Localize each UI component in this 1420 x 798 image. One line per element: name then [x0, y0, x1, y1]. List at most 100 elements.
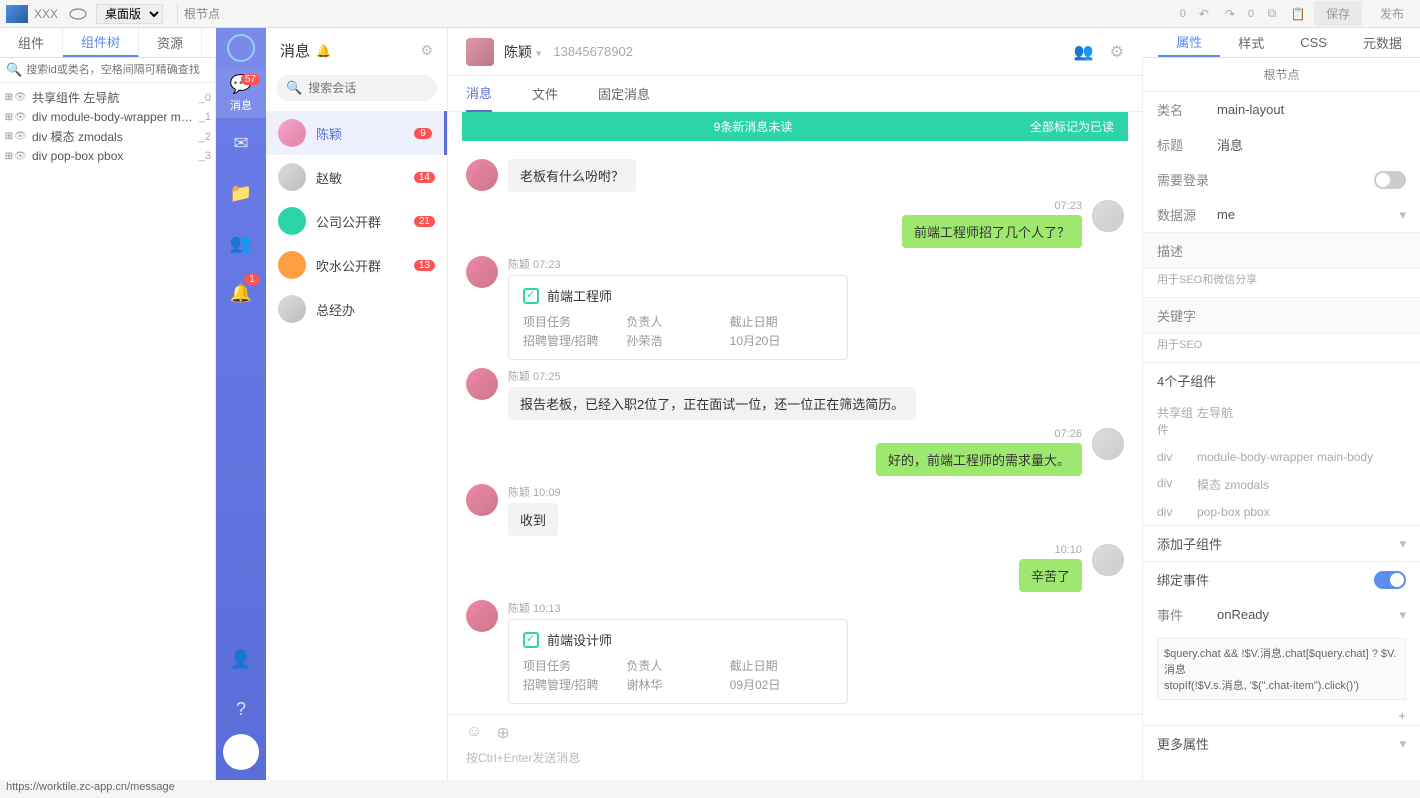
props-breadcrumb[interactable]: 根节点: [1143, 58, 1420, 92]
convo-item[interactable]: 陈颖9: [266, 111, 447, 155]
add-event-button[interactable]: +: [1143, 706, 1420, 725]
ds-value[interactable]: me: [1217, 207, 1399, 222]
eye-icon[interactable]: 👁: [14, 131, 28, 142]
rail-avatar[interactable]: [223, 734, 259, 770]
expand-icon[interactable]: ⊞: [4, 151, 14, 162]
avatar: [278, 207, 306, 235]
convo-search-input[interactable]: [308, 81, 463, 95]
mark-all-read[interactable]: 全部标记为已读: [1030, 118, 1114, 135]
avatar: [466, 256, 498, 288]
tree-index: _1: [199, 111, 211, 123]
login-toggle[interactable]: [1374, 171, 1406, 189]
child-label: pop-box pbox: [1197, 505, 1270, 519]
paste-icon[interactable]: 📋: [1288, 7, 1308, 21]
component-tree-panel: 🔍 ⊞👁共享组件 左导航_0⊞👁div module-body-wrapper …: [0, 58, 216, 780]
convo-name: 公司公开群: [316, 212, 414, 231]
shared-comp-value[interactable]: 左导航: [1197, 404, 1233, 438]
rtab-meta[interactable]: 元数据: [1345, 28, 1420, 57]
chevron-down-icon[interactable]: ▾: [1399, 207, 1406, 223]
tree-row[interactable]: ⊞👁div module-body-wrapper main-body_1: [0, 108, 215, 126]
convo-item[interactable]: 赵敏14: [266, 155, 447, 199]
tab-tree[interactable]: 组件树: [63, 28, 139, 57]
attach-icon[interactable]: ⊕: [496, 723, 509, 743]
eye-icon[interactable]: 👁: [14, 112, 28, 123]
breadcrumb-root[interactable]: 根节点: [184, 5, 220, 22]
child-component-row[interactable]: divpop-box pbox: [1143, 499, 1420, 525]
rail-user-icon[interactable]: 👤: [216, 634, 266, 684]
tab-components[interactable]: 组件: [0, 28, 63, 57]
members-icon[interactable]: 👥: [1074, 42, 1094, 62]
brand-logo-icon: [68, 5, 88, 23]
class-value[interactable]: main-layout: [1217, 102, 1406, 117]
child-component-row[interactable]: divmodule-body-wrapper main-body: [1143, 444, 1420, 470]
chat-input-area: ☺ ⊕ 按Ctrl+Enter发送消息: [448, 714, 1142, 780]
undo-icon[interactable]: ↶: [1194, 7, 1214, 21]
convo-badge: 13: [414, 260, 435, 271]
chevron-down-icon[interactable]: ▾: [1399, 607, 1406, 623]
task-card[interactable]: 前端工程师项目任务招聘管理/招聘负责人孙荣浩截止日期10月20日: [508, 275, 848, 360]
tree-index: _3: [199, 150, 211, 162]
message-bubble: 前端工程师招了几个人了？: [902, 215, 1082, 248]
convo-badge: 14: [414, 172, 435, 183]
expand-icon[interactable]: ⊞: [4, 131, 14, 142]
shared-comp-label: 共享组件: [1157, 404, 1197, 438]
convo-item[interactable]: 公司公开群21: [266, 199, 447, 243]
tree-search-input[interactable]: [26, 64, 209, 76]
tree-row[interactable]: ⊞👁div 模态 zmodals_2: [0, 126, 215, 147]
rail-item-files[interactable]: 📁: [216, 168, 266, 218]
task-card[interactable]: 前端设计师项目任务招聘管理/招聘负责人谢林华截止日期09月02日: [508, 619, 848, 704]
rail-item-messages[interactable]: 💬消息57: [216, 68, 266, 118]
tree-row[interactable]: ⊞👁div pop-box pbox_3: [0, 147, 215, 165]
tree-row[interactable]: ⊞👁 共享组件 左导航 _0: [0, 87, 215, 108]
viewport-select[interactable]: 桌面版: [96, 4, 163, 24]
avatar: [278, 163, 306, 191]
eye-icon[interactable]: 👁: [14, 151, 28, 162]
expand-icon[interactable]: ⊞: [4, 112, 14, 123]
title-value[interactable]: 消息: [1217, 135, 1406, 154]
rail-help-icon[interactable]: ?: [216, 684, 266, 734]
chevron-down-icon[interactable]: ▾: [1399, 736, 1406, 752]
avatar: [466, 484, 498, 516]
chat-tab-files[interactable]: 文件: [532, 76, 558, 111]
chat-tab-messages[interactable]: 消息: [466, 75, 492, 112]
redo-icon[interactable]: ↷: [1220, 7, 1240, 21]
add-child-label[interactable]: 添加子组件: [1157, 534, 1399, 553]
convo-item[interactable]: 总经办: [266, 287, 447, 331]
settings-icon[interactable]: ⚙: [1110, 42, 1124, 62]
chevron-down-icon[interactable]: ▾: [1399, 536, 1406, 552]
top-toolbar: XXX 桌面版 根节点 0 ↶ ↷ 0 ⧉ 📋 保存 发布: [0, 0, 1420, 28]
child-component-row[interactable]: div模态 zmodals: [1143, 470, 1420, 499]
copy-icon[interactable]: ⧉: [1262, 6, 1282, 21]
tree-label: 共享组件 左导航: [32, 89, 195, 106]
bind-event-toggle[interactable]: [1374, 571, 1406, 589]
more-props[interactable]: 更多属性: [1157, 734, 1399, 753]
convo-item[interactable]: 吹水公开群13: [266, 243, 447, 287]
rail-item-contacts[interactable]: 👥: [216, 218, 266, 268]
child-label: module-body-wrapper main-body: [1197, 450, 1373, 464]
emoji-icon[interactable]: ☺: [466, 723, 482, 743]
rail-logo: [216, 28, 266, 68]
status-bar: https://worktile.zc-app.cn/message: [0, 780, 1420, 798]
rtab-props[interactable]: 属性: [1158, 28, 1220, 57]
event-code[interactable]: $query.chat && !$V.消息.chat[$query.chat] …: [1157, 638, 1406, 700]
rtab-style[interactable]: 样式: [1220, 28, 1282, 57]
rail-item-inbox[interactable]: ✉: [216, 118, 266, 168]
tab-resources[interactable]: 资源: [139, 28, 202, 57]
preview-canvas: 💬消息57✉📁👥🔔1 👤 ? 消息 🔔 ⚙ 🔍 陈颖9赵敏14公司公开群21吹水…: [216, 28, 1142, 780]
event-value[interactable]: onReady: [1217, 607, 1399, 622]
eye-icon[interactable]: 👁: [14, 92, 28, 103]
rtab-css[interactable]: CSS: [1282, 28, 1345, 57]
bell-icon[interactable]: 🔔: [316, 44, 331, 58]
expand-icon[interactable]: ⊞: [4, 92, 14, 103]
tree-index: _0: [199, 92, 211, 104]
save-button[interactable]: 保存: [1314, 1, 1362, 26]
convo-name: 总经办: [316, 300, 435, 319]
chat-tab-pinned[interactable]: 固定消息: [598, 76, 650, 111]
files-icon: 📁: [230, 183, 252, 204]
publish-button[interactable]: 发布: [1368, 1, 1416, 26]
chevron-down-icon[interactable]: ▾: [536, 48, 542, 60]
chat-header: 陈颖 ▾ 13845678902 👥 ⚙: [448, 28, 1142, 76]
unread-count-text: 9条新消息未读: [476, 118, 1030, 135]
filter-icon[interactable]: ⚙: [420, 42, 433, 59]
rail-item-activity[interactable]: 🔔1: [216, 268, 266, 318]
